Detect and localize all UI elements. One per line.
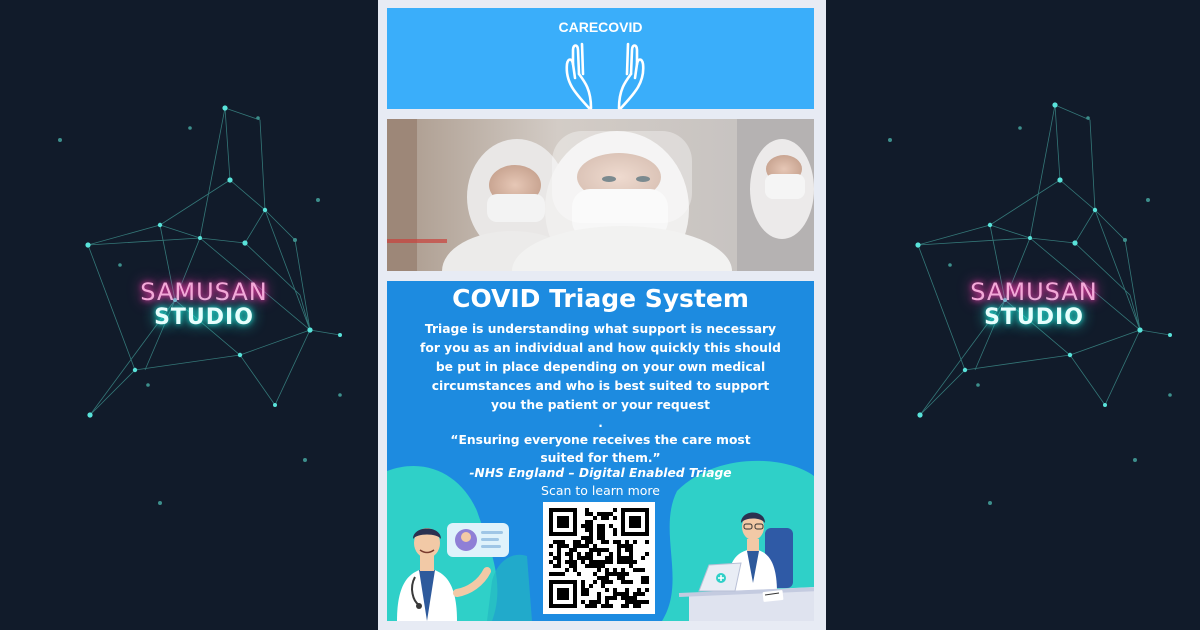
poster: CARECOVID COVID Triage System Triage is …	[378, 0, 826, 630]
doctor-illustration-right	[678, 512, 814, 621]
info-panel: COVID Triage System Triage is understand…	[387, 281, 814, 621]
headline: COVID Triage System	[452, 284, 749, 313]
brand-logo-left: SAMUSAN STUDIO	[74, 280, 334, 329]
body-text: Triage is understanding what support is …	[420, 322, 781, 412]
doctor-illustration-left	[397, 523, 509, 621]
brand-line1: SAMUSAN	[970, 278, 1098, 306]
quote: “Ensuring everyone receives the care mos…	[450, 433, 751, 465]
qr-code[interactable]	[543, 502, 655, 614]
scan-cta: Scan to learn more	[541, 483, 660, 498]
separator: .	[598, 416, 603, 430]
brand-line2: STUDIO	[984, 305, 1084, 330]
brand-line1: SAMUSAN	[140, 278, 268, 306]
brand-line2: STUDIO	[154, 305, 254, 330]
logo-panel: CARECOVID	[387, 8, 814, 110]
praying-hands-icon	[565, 42, 645, 110]
ppe-staff-photo	[387, 119, 814, 271]
logo-text: CARECOVID	[558, 19, 643, 35]
quote-source: -NHS England – Digital Enabled Triage	[469, 466, 732, 480]
brand-logo-right: SAMUSAN STUDIO	[904, 280, 1164, 329]
